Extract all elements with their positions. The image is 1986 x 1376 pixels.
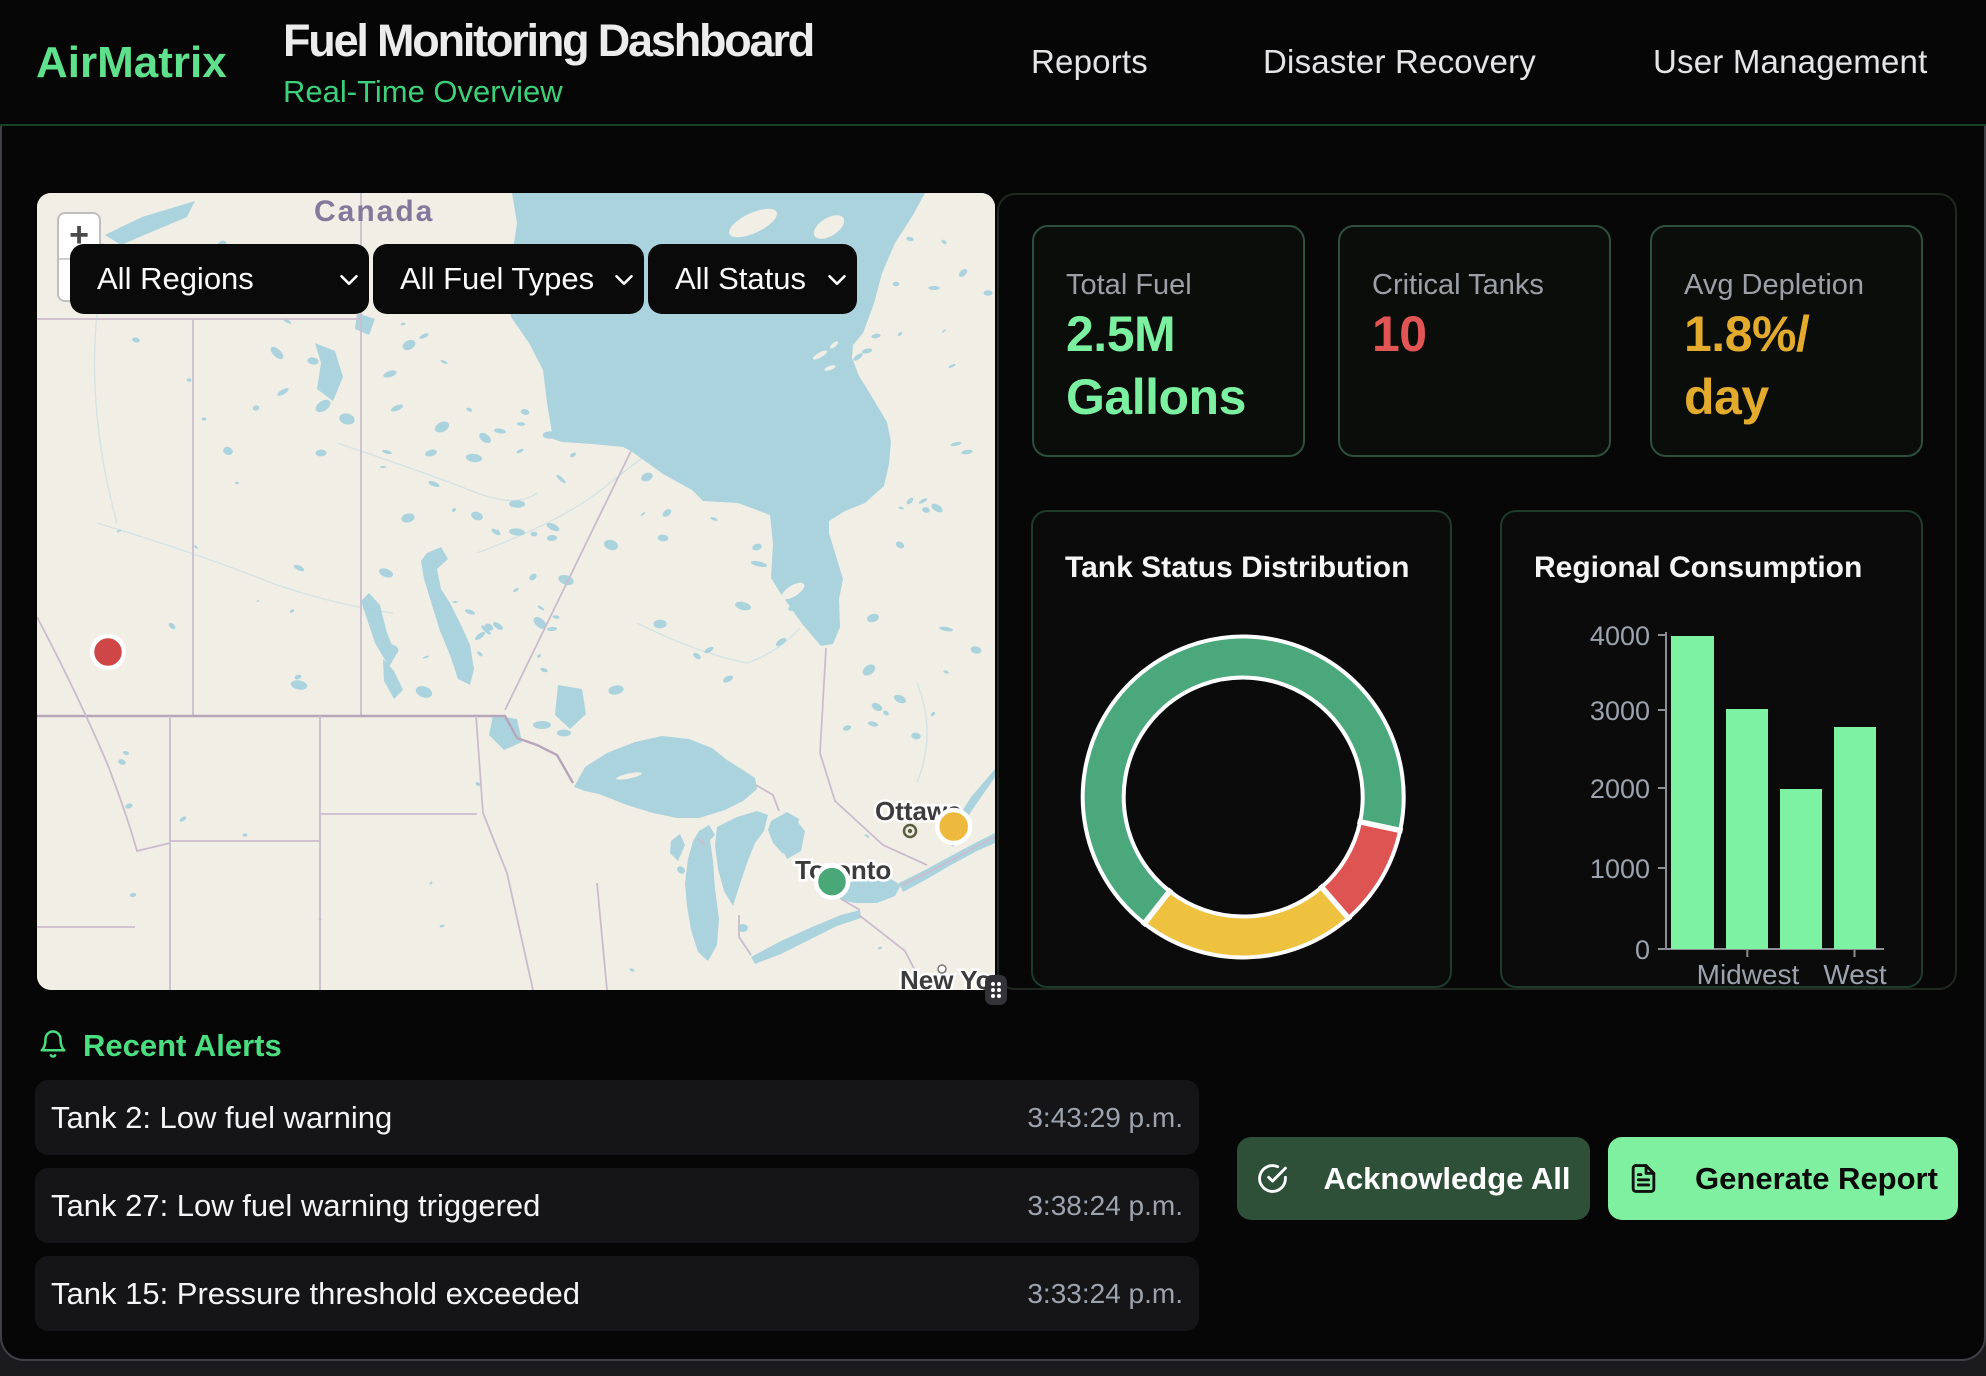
svg-text:Canada: Canada xyxy=(314,195,434,228)
svg-text:3000: 3000 xyxy=(1590,696,1650,726)
svg-text:New York: New York xyxy=(900,965,995,990)
svg-text:Midwest: Midwest xyxy=(1697,959,1800,990)
svg-text:4000: 4000 xyxy=(1590,621,1650,651)
svg-text:0: 0 xyxy=(1635,935,1650,965)
svg-text:1000: 1000 xyxy=(1590,854,1650,884)
svg-text:2000: 2000 xyxy=(1590,774,1650,804)
svg-text:West: West xyxy=(1823,959,1886,990)
